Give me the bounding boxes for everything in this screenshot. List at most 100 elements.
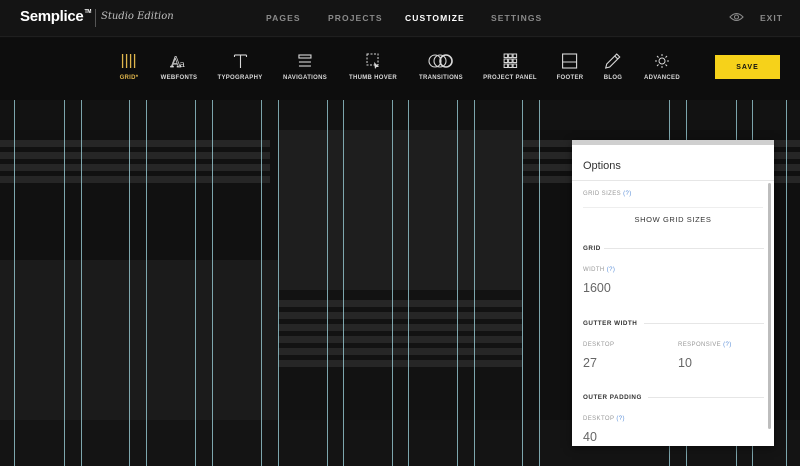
grid-line xyxy=(14,100,15,466)
gutter-responsive-input[interactable]: 10 xyxy=(678,356,692,370)
transitions-icon xyxy=(428,54,453,68)
preview-stripe xyxy=(0,164,270,171)
outer-desktop-text: DESKTOP xyxy=(583,416,615,422)
grid-line xyxy=(522,100,523,466)
grid-line xyxy=(457,100,458,466)
tool-transitions[interactable]: TRANSITIONS xyxy=(419,53,463,89)
sun-gear-icon xyxy=(655,54,669,68)
webfonts-icon: A a xyxy=(170,55,186,69)
tool-typography-label: TYPOGRAPHY xyxy=(217,75,263,81)
tool-navigations[interactable]: NAVIGATIONS xyxy=(283,53,327,89)
tool-navigations-label: NAVIGATIONS xyxy=(282,75,328,81)
grid-heading-rule xyxy=(604,248,764,249)
customize-toolbar: GRID* A a WEBFONTS TYPOGRAPHY NAVIGATION… xyxy=(0,38,800,100)
outer-desktop-input[interactable]: 40 xyxy=(583,430,597,444)
responsive-text: RESPONSIVE xyxy=(678,342,722,348)
preview-stripe xyxy=(278,312,522,319)
grid-line xyxy=(195,100,196,466)
nav-projects[interactable]: PROJECTS xyxy=(328,13,383,23)
footer-icon xyxy=(562,53,578,69)
tool-typography[interactable]: TYPOGRAPHY xyxy=(217,53,262,89)
outer-desktop-label: DESKTOP (?) xyxy=(583,416,625,422)
grid-heading: GRID xyxy=(583,245,601,252)
preview-stripe xyxy=(278,300,522,307)
width-input[interactable]: 1600 xyxy=(583,281,611,295)
nav-customize[interactable]: CUSTOMIZE xyxy=(405,13,465,23)
save-button[interactable]: SAVE xyxy=(715,55,780,79)
nav-pages[interactable]: PAGES xyxy=(266,13,301,23)
preview-block xyxy=(278,290,522,420)
outer-padding-heading: OUTER PADDING xyxy=(583,394,642,401)
preview-block xyxy=(0,130,278,260)
preview-stripe xyxy=(278,360,522,367)
tool-thumb-hover[interactable]: THUMB HOVER xyxy=(349,53,397,89)
tool-project-panel-label: PROJECT PANEL xyxy=(483,75,537,81)
project-panel-icon xyxy=(503,53,517,68)
options-title-divider xyxy=(572,180,774,181)
tool-footer-label: FOOTER xyxy=(556,75,584,81)
preview-header-block xyxy=(0,100,800,130)
preview-stripe xyxy=(278,348,522,355)
preview-block xyxy=(278,130,522,290)
eye-icon[interactable] xyxy=(729,11,744,23)
grid-line xyxy=(261,100,262,466)
pencil-icon xyxy=(605,53,621,69)
responsive-help[interactable]: (?) xyxy=(723,342,732,348)
grid-line xyxy=(539,100,540,466)
grid-sizes-help[interactable]: (?) xyxy=(623,191,632,197)
tool-project-panel[interactable]: PROJECT PANEL xyxy=(483,53,537,89)
grid-line xyxy=(408,100,409,466)
preview-block xyxy=(0,260,278,420)
grid-line xyxy=(327,100,328,466)
tool-grid-label: GRID* xyxy=(119,75,139,81)
preview-stripe xyxy=(0,176,270,183)
navigations-icon xyxy=(298,54,312,67)
typography-icon xyxy=(233,54,247,68)
grid-line xyxy=(64,100,65,466)
nav-settings[interactable]: SETTINGS xyxy=(491,13,542,23)
exit-link[interactable]: EXIT xyxy=(760,13,783,23)
tool-webfonts[interactable]: A a WEBFONTS xyxy=(161,53,198,89)
outer-padding-heading-rule xyxy=(648,397,764,398)
tool-blog-label: BLOG xyxy=(603,75,623,81)
thumb-hover-icon xyxy=(366,53,379,69)
grid-line xyxy=(81,100,82,466)
main-nav: PAGES PROJECTS CUSTOMIZE SETTINGS xyxy=(0,13,800,25)
tool-thumb-hover-label: THUMB HOVER xyxy=(349,75,397,81)
preview-stripe xyxy=(278,324,522,331)
options-title: Options xyxy=(583,160,621,172)
tool-grid[interactable]: GRID* xyxy=(120,53,139,89)
preview-stripe xyxy=(0,152,270,159)
preview-stripe xyxy=(0,140,270,147)
grid-sizes-label: GRID SIZES (?) xyxy=(583,191,632,197)
tool-blog[interactable]: BLOG xyxy=(604,53,623,89)
grid-columns-icon xyxy=(122,54,136,68)
grid-line xyxy=(474,100,475,466)
gutter-responsive-label: RESPONSIVE (?) xyxy=(678,342,732,348)
options-panel: Options GRID SIZES (?) SHOW GRID SIZES G… xyxy=(572,140,774,446)
svg-text:a: a xyxy=(180,60,186,69)
outer-desktop-help[interactable]: (?) xyxy=(616,416,625,422)
gutter-heading-rule xyxy=(644,323,764,324)
grid-line xyxy=(146,100,147,466)
tool-webfonts-label: WEBFONTS xyxy=(160,75,198,81)
grid-line xyxy=(343,100,344,466)
preview-stripe xyxy=(278,336,522,343)
grid-line xyxy=(392,100,393,466)
tool-advanced[interactable]: ADVANCED xyxy=(644,53,680,89)
grid-line xyxy=(129,100,130,466)
gutter-desktop-input[interactable]: 27 xyxy=(583,356,597,370)
gutter-desktop-label: DESKTOP xyxy=(583,342,615,348)
tool-footer[interactable]: FOOTER xyxy=(557,53,584,89)
width-help[interactable]: (?) xyxy=(607,267,616,273)
grid-sizes-text: GRID SIZES xyxy=(583,191,622,197)
grid-line xyxy=(278,100,279,466)
options-scrollbar[interactable] xyxy=(768,183,771,429)
tool-transitions-label: TRANSITIONS xyxy=(419,75,463,81)
tool-advanced-label: ADVANCED xyxy=(644,75,680,81)
show-grid-sizes-button[interactable]: SHOW GRID SIZES xyxy=(583,207,763,231)
top-bar: SempliceTM Studio Edition PAGES PROJECTS… xyxy=(0,0,800,37)
width-label: WIDTH (?) xyxy=(583,267,615,273)
gutter-width-heading: GUTTER WIDTH xyxy=(583,320,638,327)
grid-line xyxy=(786,100,787,466)
